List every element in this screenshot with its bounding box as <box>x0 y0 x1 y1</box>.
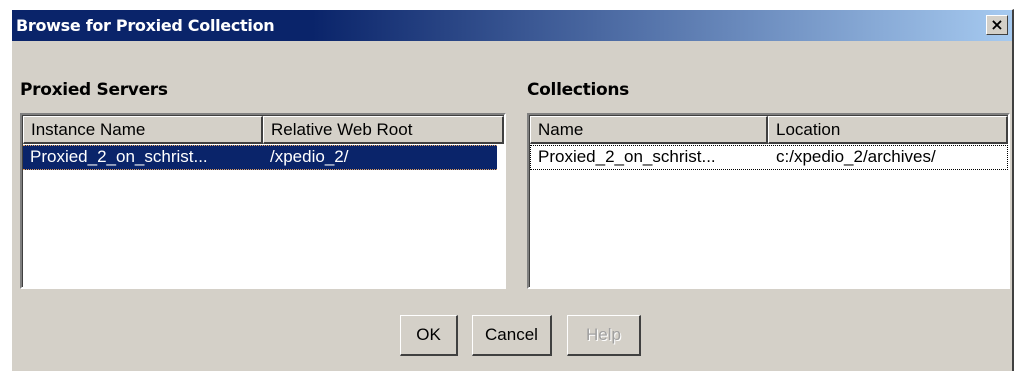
dialog-title: Browse for Proxied Collection <box>16 16 275 35</box>
relative-web-root-cell: /xpedio_2/ <box>270 147 349 166</box>
close-icon: × <box>990 15 1004 34</box>
proxied-servers-label: Proxied Servers <box>20 80 168 100</box>
help-button[interactable]: Help <box>567 315 641 356</box>
column-header-location[interactable]: Location <box>768 116 1008 144</box>
column-header-relative-web-root[interactable]: Relative Web Root <box>263 116 504 144</box>
column-header-name[interactable]: Name <box>530 116 768 144</box>
close-button[interactable]: × <box>986 15 1008 35</box>
cancel-button[interactable]: Cancel <box>472 315 552 356</box>
collection-location-cell: c:/xpedio_2/archives/ <box>776 147 936 166</box>
column-header-instance-name[interactable]: Instance Name <box>23 116 263 144</box>
title-bar[interactable]: Browse for Proxied Collection × <box>12 10 1012 41</box>
collections-list[interactable]: Name Location Proxied_2_on_schrist... c:… <box>527 113 1010 289</box>
browse-dialog: Browse for Proxied Collection × Proxied … <box>10 9 1014 371</box>
collection-name-cell: Proxied_2_on_schrist... <box>538 147 716 166</box>
instance-name-cell: Proxied_2_on_schrist... <box>30 147 208 166</box>
collection-row[interactable]: Proxied_2_on_schrist... c:/xpedio_2/arch… <box>530 145 1008 170</box>
proxied-servers-header: Instance Name Relative Web Root <box>23 116 504 144</box>
ok-button[interactable]: OK <box>400 315 458 356</box>
proxied-server-row[interactable]: Proxied_2_on_schrist... /xpedio_2/ <box>23 145 497 170</box>
collections-label: Collections <box>527 80 629 100</box>
proxied-servers-list[interactable]: Instance Name Relative Web Root Proxied_… <box>20 113 506 289</box>
collections-header: Name Location <box>530 116 1008 144</box>
